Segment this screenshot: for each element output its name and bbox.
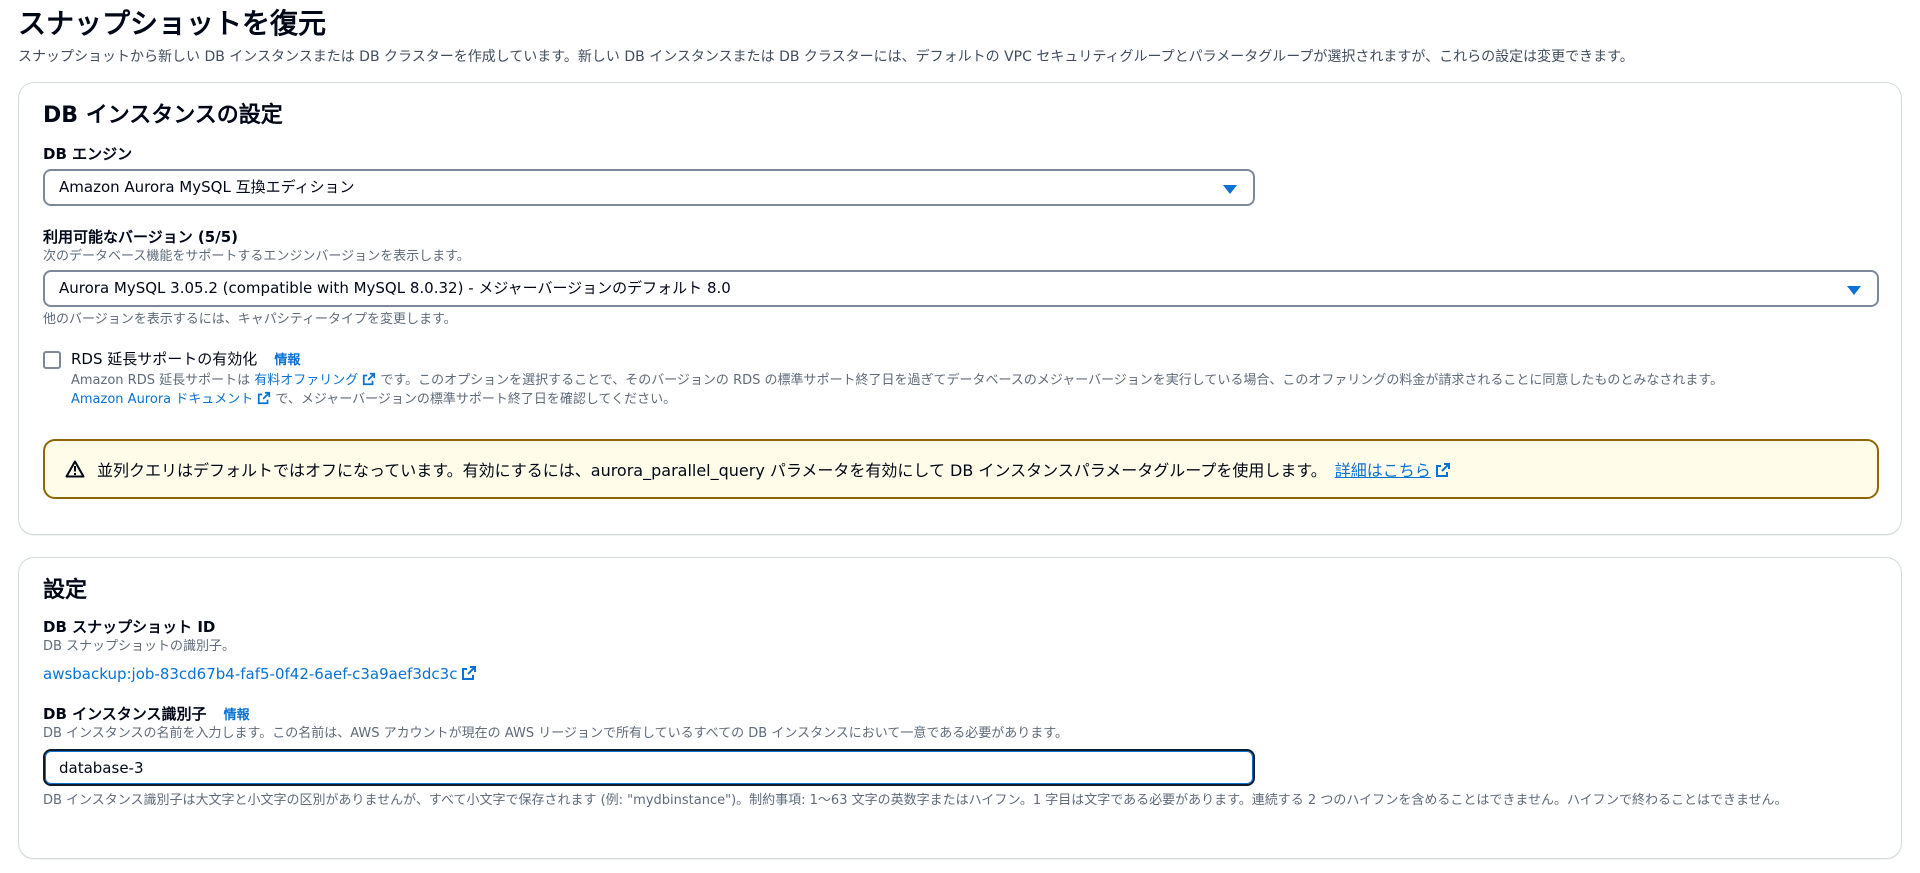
engine-field: DB エンジン Amazon Aurora MySQL 互換エディション bbox=[43, 143, 1877, 206]
snapshot-id-label: DB スナップショット ID bbox=[43, 618, 216, 636]
extended-support-label: RDS 延長サポートの有効化 bbox=[71, 350, 258, 368]
version-select[interactable]: Aurora MySQL 3.05.2 (compatible with MyS… bbox=[43, 270, 1879, 307]
paid-offering-link[interactable]: 有料オファリング bbox=[254, 372, 376, 388]
caret-down-icon bbox=[1223, 185, 1237, 194]
learn-more-link-text: 詳細はこちら bbox=[1334, 461, 1431, 480]
instance-id-label: DB インスタンス識別子 bbox=[43, 705, 207, 723]
db-instance-settings-panel: DB インスタンスの設定 DB エンジン Amazon Aurora MySQL… bbox=[18, 82, 1902, 535]
snapshot-id-field: DB スナップショット ID DB スナップショットの識別子。 awsbacku… bbox=[43, 616, 1877, 683]
snapshot-id-link-text: awsbackup:job-83cd67b4-faf5-0f42-6aef-c3… bbox=[43, 665, 458, 683]
extended-support-desc-suffix: です。このオプションを選択することで、そのバージョンの RDS の標準サポート終… bbox=[380, 373, 1724, 388]
page: スナップショットを復元 スナップショットから新しい DB インスタンスまたは D… bbox=[0, 2, 1920, 859]
instance-id-input[interactable] bbox=[43, 749, 1255, 786]
version-label: 利用可能なバージョン (5/5) bbox=[43, 228, 238, 246]
version-hint: 他のバージョンを表示するには、キャパシティータイプを変更します。 bbox=[43, 312, 457, 327]
paid-offering-link-text: 有料オファリング bbox=[254, 373, 359, 388]
version-field: 利用可能なバージョン (5/5) 次のデータベース機能をサポートするエンジンバー… bbox=[43, 226, 1879, 329]
caret-down-icon bbox=[1847, 286, 1861, 295]
extended-support-checkbox[interactable] bbox=[43, 351, 61, 369]
parallel-query-alert: 並列クエリはデフォルトではオフになっています。有効にするには、aurora_pa… bbox=[43, 439, 1879, 499]
engine-select[interactable]: Amazon Aurora MySQL 互換エディション bbox=[43, 169, 1255, 206]
version-description: 次のデータベース機能をサポートするエンジンバージョンを表示します。 bbox=[43, 249, 470, 264]
extended-support-info-link[interactable]: 情報 bbox=[274, 353, 300, 368]
instance-id-info-link[interactable]: 情報 bbox=[224, 708, 250, 723]
alert-text: 並列クエリはデフォルトではオフになっています。有効にするには、aurora_pa… bbox=[97, 461, 1327, 480]
panel-title-instance-settings: DB インスタンスの設定 bbox=[43, 103, 283, 128]
page-description: スナップショットから新しい DB インスタンスまたは DB クラスターを作成して… bbox=[18, 49, 1634, 65]
external-link-icon bbox=[258, 391, 271, 405]
extended-support-desc-prefix: Amazon RDS 延長サポートは bbox=[71, 373, 251, 388]
engine-select-value: Amazon Aurora MySQL 互換エディション bbox=[59, 178, 355, 196]
external-link-icon bbox=[462, 666, 477, 680]
instance-id-description: DB インスタンスの名前を入力します。この名前は、AWS アカウントが現在の A… bbox=[43, 726, 1068, 741]
extended-support-row: RDS 延長サポートの有効化 情報 Amazon RDS 延長サポートは 有料オ… bbox=[43, 349, 1877, 409]
instance-id-hint: DB インスタンス識別子は大文字と小文字の区別がありませんが、すべて小文字で保存… bbox=[43, 793, 1788, 808]
extended-support-description: Amazon RDS 延長サポートは 有料オファリング です。このオプションを選… bbox=[71, 371, 1723, 409]
learn-more-link[interactable]: 詳細はこちら bbox=[1335, 457, 1451, 481]
instance-id-field: DB インスタンス識別子 情報 DB インスタンスの名前を入力します。この名前は… bbox=[43, 703, 1877, 810]
warning-icon bbox=[65, 460, 85, 478]
panel-title-settings: 設定 bbox=[43, 578, 88, 603]
version-select-value: Aurora MySQL 3.05.2 (compatible with MyS… bbox=[59, 279, 731, 297]
aurora-doc-suffix: で、メジャーバージョンの標準サポート終了日を確認してください。 bbox=[275, 392, 677, 407]
snapshot-id-link[interactable]: awsbackup:job-83cd67b4-faf5-0f42-6aef-c3… bbox=[43, 664, 1877, 683]
external-link-icon bbox=[1435, 463, 1450, 477]
aurora-doc-link-text: Amazon Aurora ドキュメント bbox=[71, 392, 254, 407]
external-link-icon bbox=[363, 372, 376, 386]
aurora-doc-link[interactable]: Amazon Aurora ドキュメント bbox=[71, 391, 271, 407]
settings-panel: 設定 DB スナップショット ID DB スナップショットの識別子。 awsba… bbox=[18, 557, 1902, 859]
page-title: スナップショットを復元 bbox=[18, 7, 327, 40]
snapshot-id-description: DB スナップショットの識別子。 bbox=[43, 639, 236, 654]
engine-label: DB エンジン bbox=[43, 145, 133, 163]
